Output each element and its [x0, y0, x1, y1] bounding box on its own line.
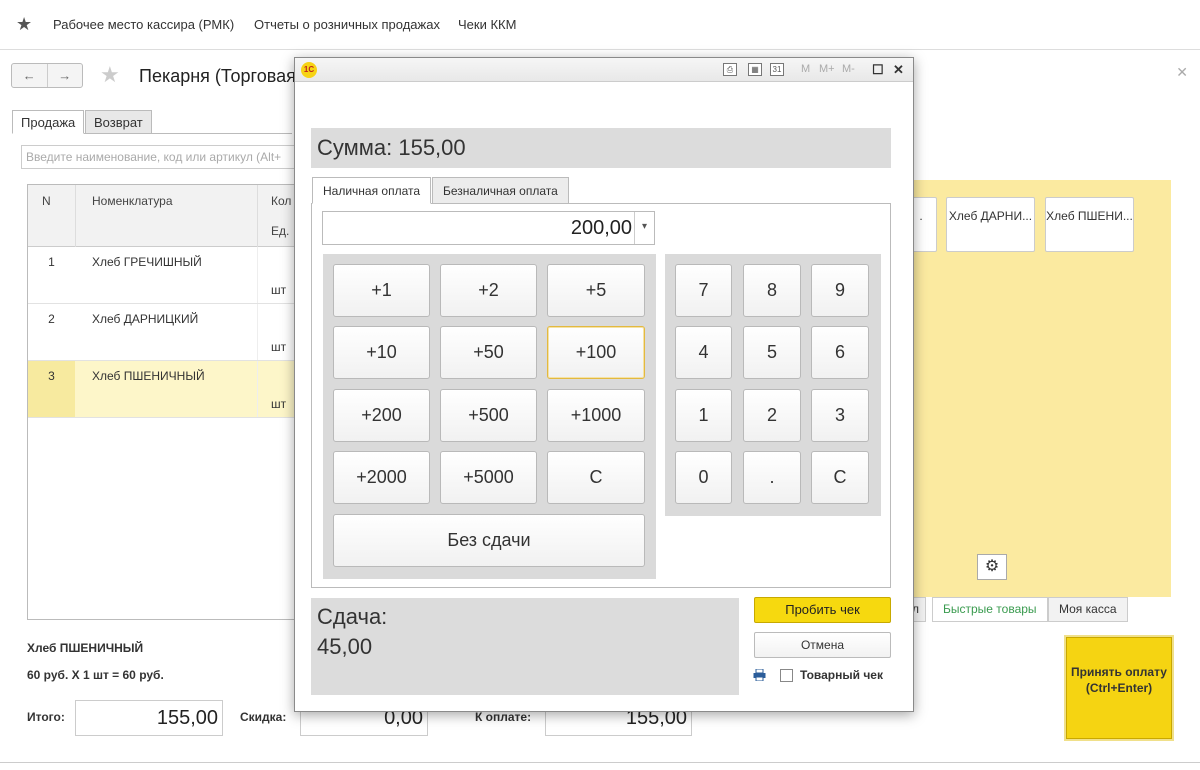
header-qty[interactable]: Кол: [271, 194, 291, 208]
nav-retail-reports[interactable]: Отчеты о розничных продажах: [254, 17, 440, 32]
total-label: Итого:: [27, 710, 65, 724]
maximize-icon[interactable]: ☐: [872, 62, 884, 78]
calendar-icon[interactable]: 31: [770, 63, 784, 76]
status-divider: [0, 762, 1200, 763]
cancel-button[interactable]: Отмена: [754, 632, 891, 658]
form-favorite-star-icon[interactable]: ★: [100, 62, 120, 88]
numpad-8[interactable]: 8: [743, 264, 801, 317]
cash-amount-value: 200,00: [570, 217, 632, 239]
sum-display: Сумма: 155,00: [311, 128, 891, 168]
row-unit: шт: [271, 397, 287, 411]
numpad-3[interactable]: 3: [811, 389, 869, 442]
numpad-4[interactable]: 4: [675, 326, 732, 379]
row-unit: шт: [271, 340, 287, 354]
tab-cash-payment[interactable]: Наличная оплата: [312, 177, 432, 204]
cash-amount-input[interactable]: 200,00 ▾: [322, 211, 655, 245]
dialog-titlebar: 1С ⎙ ▦ 31 M M+ M- ☐ ✕: [295, 58, 913, 82]
receipt-checkbox-label[interactable]: Товарный чек: [800, 668, 883, 682]
table-row-selected[interactable]: 3 Хлеб ПШЕНИЧНЫЙ шт: [28, 361, 301, 418]
add-50-button[interactable]: +50: [440, 326, 537, 379]
add-1-button[interactable]: +1: [333, 264, 430, 317]
add-2000-button[interactable]: +2000: [333, 451, 430, 504]
quick-item-button[interactable]: Хлеб ДАРНИ...: [946, 197, 1035, 252]
tab-sale[interactable]: Продажа: [12, 110, 85, 134]
forward-arrow-icon[interactable]: →: [46, 64, 83, 87]
row-number: 1: [48, 255, 55, 269]
close-icon[interactable]: ✕: [893, 62, 904, 78]
header-divider: [75, 185, 76, 247]
row-number: 2: [48, 312, 55, 326]
add-200-button[interactable]: +200: [333, 389, 430, 442]
print-preview-icon[interactable]: ⎙: [723, 63, 737, 76]
tab-return[interactable]: Возврат: [85, 110, 152, 134]
gear-icon[interactable]: ⚙: [977, 554, 1007, 580]
memory-button[interactable]: M: [801, 63, 810, 75]
numpad-9[interactable]: 9: [811, 264, 869, 317]
row-name: Хлеб ГРЕЧИШНЫЙ: [92, 255, 202, 269]
add-500-button[interactable]: +500: [440, 389, 537, 442]
add-10-button[interactable]: +10: [333, 326, 430, 379]
memory-minus-button[interactable]: M-: [842, 63, 855, 75]
table-row[interactable]: 2 Хлеб ДАРНИЦКИЙ шт: [28, 304, 301, 361]
numpad-6[interactable]: 6: [811, 326, 869, 379]
header-divider: [257, 185, 258, 247]
items-table: N Номенклатура Кол Ед. 1 Хлеб ГРЕЧИШНЫЙ …: [27, 184, 302, 620]
change-value: 45,00: [317, 634, 373, 659]
calculator-icon[interactable]: ▦: [748, 63, 762, 76]
numpad-5[interactable]: 5: [743, 326, 801, 379]
table-header: N Номенклатура Кол Ед.: [28, 185, 301, 247]
numpad: 7 8 9 4 5 6 1 2 3 0 . C: [665, 254, 881, 516]
add-5-button[interactable]: +5: [547, 264, 645, 317]
numpad-dot[interactable]: .: [743, 451, 801, 504]
change-label: Сдача:: [317, 604, 388, 629]
history-nav: ← →: [11, 63, 83, 88]
back-arrow-icon[interactable]: ←: [12, 64, 47, 87]
header-unit[interactable]: Ед.: [271, 224, 289, 238]
total-field: 155,00: [75, 700, 223, 736]
numpad-clear[interactable]: C: [811, 451, 869, 504]
numpad-2[interactable]: 2: [743, 389, 801, 442]
tab-card-payment[interactable]: Безналичная оплата: [432, 177, 569, 204]
quick-amount-pad: +1 +2 +5 +10 +50 +100 +200 +500 +1000 +2…: [323, 254, 656, 579]
print-receipt-button[interactable]: Пробить чек: [754, 597, 891, 623]
table-row[interactable]: 1 Хлеб ГРЕЧИШНЫЙ шт: [28, 247, 301, 304]
current-item-calc: 60 руб. X 1 шт = 60 руб.: [27, 668, 164, 682]
numpad-1[interactable]: 1: [675, 389, 732, 442]
search-input[interactable]: Введите наименование, код или артикул (A…: [21, 145, 311, 169]
row-unit: шт: [271, 283, 287, 297]
tab-quick-goods[interactable]: Быстрые товары: [932, 597, 1048, 622]
row-number: 3: [28, 361, 75, 417]
no-change-button[interactable]: Без сдачи: [333, 514, 645, 567]
row-name: Хлеб ДАРНИЦКИЙ: [92, 312, 199, 326]
favorites-star-icon[interactable]: ★: [16, 14, 32, 35]
printer-icon: [753, 669, 766, 681]
receipt-checkbox[interactable]: [780, 669, 793, 682]
row-name: Хлеб ПШЕНИЧНЫЙ: [92, 369, 205, 383]
add-2-button[interactable]: +2: [440, 264, 537, 317]
quick-item-button[interactable]: Хлеб ПШЕНИ...: [1045, 197, 1134, 252]
dropdown-arrow-icon[interactable]: ▾: [634, 212, 654, 244]
nav-cashier-workplace[interactable]: Рабочее место кассира (РМК): [53, 17, 234, 32]
form-title: Пекарня (Торговая: [139, 66, 296, 86]
header-n[interactable]: N: [42, 194, 51, 208]
tab-my-register[interactable]: Моя касса: [1048, 597, 1128, 622]
numpad-0[interactable]: 0: [675, 451, 732, 504]
add-5000-button[interactable]: +5000: [440, 451, 537, 504]
current-item-name: Хлеб ПШЕНИЧНЫЙ: [27, 641, 144, 655]
amount-due-label: К оплате:: [475, 710, 532, 724]
form-close-icon[interactable]: ✕: [1176, 64, 1188, 81]
nav-receipts[interactable]: Чеки ККМ: [458, 17, 516, 32]
add-100-button[interactable]: +100: [547, 326, 645, 379]
accept-payment-button[interactable]: Принять оплату (Ctrl+Enter): [1064, 635, 1174, 741]
change-display: Сдача: 45,00: [311, 598, 739, 695]
header-name[interactable]: Номенклатура: [92, 194, 173, 208]
memory-plus-button[interactable]: M+: [819, 63, 835, 75]
discount-label: Скидка:: [240, 710, 287, 724]
app-logo: 1С: [301, 62, 317, 78]
clear-amount-button[interactable]: C: [547, 451, 645, 504]
add-1000-button[interactable]: +1000: [547, 389, 645, 442]
numpad-7[interactable]: 7: [675, 264, 732, 317]
payment-dialog: 1С ⎙ ▦ 31 M M+ M- ☐ ✕ Сумма: 155,00 Нали…: [294, 57, 914, 712]
top-nav: ★ Рабочее место кассира (РМК) Отчеты о р…: [0, 0, 1200, 50]
